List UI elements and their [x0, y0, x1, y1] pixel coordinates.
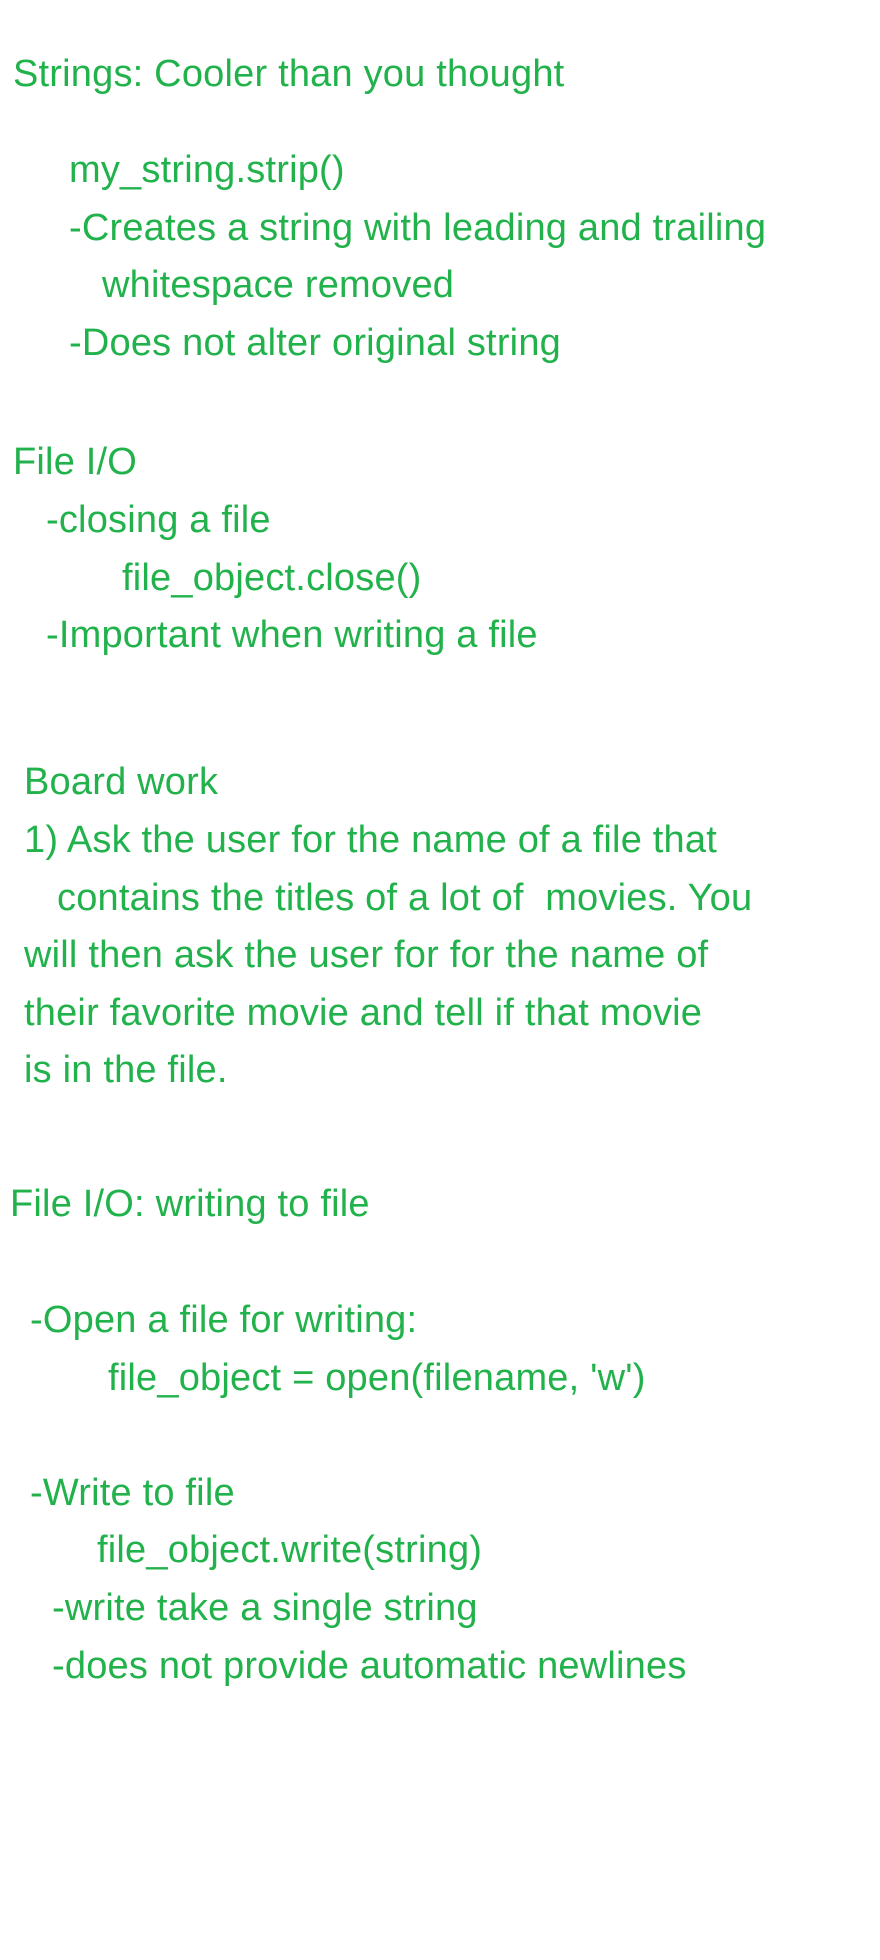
note-line: file_object.write(string)	[97, 1529, 483, 1571]
section-heading-strings: Strings: Cooler than you thought	[13, 53, 565, 95]
section-heading-board-work: Board work	[24, 761, 219, 803]
note-line: -Open a file for writing:	[30, 1299, 418, 1341]
note-line: their favorite movie and tell if that mo…	[24, 992, 703, 1034]
note-line: file_object = open(filename, 'w')	[108, 1357, 646, 1399]
note-line: -Write to file	[30, 1472, 235, 1514]
note-line: -Creates a string with leading and trail…	[69, 207, 767, 249]
note-line: -closing a file	[46, 499, 271, 541]
note-line: whitespace removed	[102, 264, 455, 306]
note-line: -does not provide automatic newlines	[52, 1645, 687, 1687]
note-line: file_object.close()	[122, 557, 422, 599]
note-line: -write take a single string	[52, 1587, 478, 1629]
note-line: my_string.strip()	[69, 149, 345, 191]
section-heading-file-io: File I/O	[13, 441, 138, 483]
note-line: 1) Ask the user for the name of a file t…	[24, 819, 717, 861]
note-line: contains the titles of a lot of movies. …	[57, 877, 753, 919]
note-line: will then ask the user for for the name …	[24, 934, 709, 976]
notes-page: Strings: Cooler than you thought my_stri…	[0, 0, 880, 1960]
section-heading-file-writing: File I/O: writing to file	[10, 1183, 370, 1225]
note-line: is in the file.	[24, 1049, 228, 1091]
note-line: -Does not alter original string	[69, 322, 561, 364]
note-line: -Important when writing a file	[46, 614, 538, 656]
